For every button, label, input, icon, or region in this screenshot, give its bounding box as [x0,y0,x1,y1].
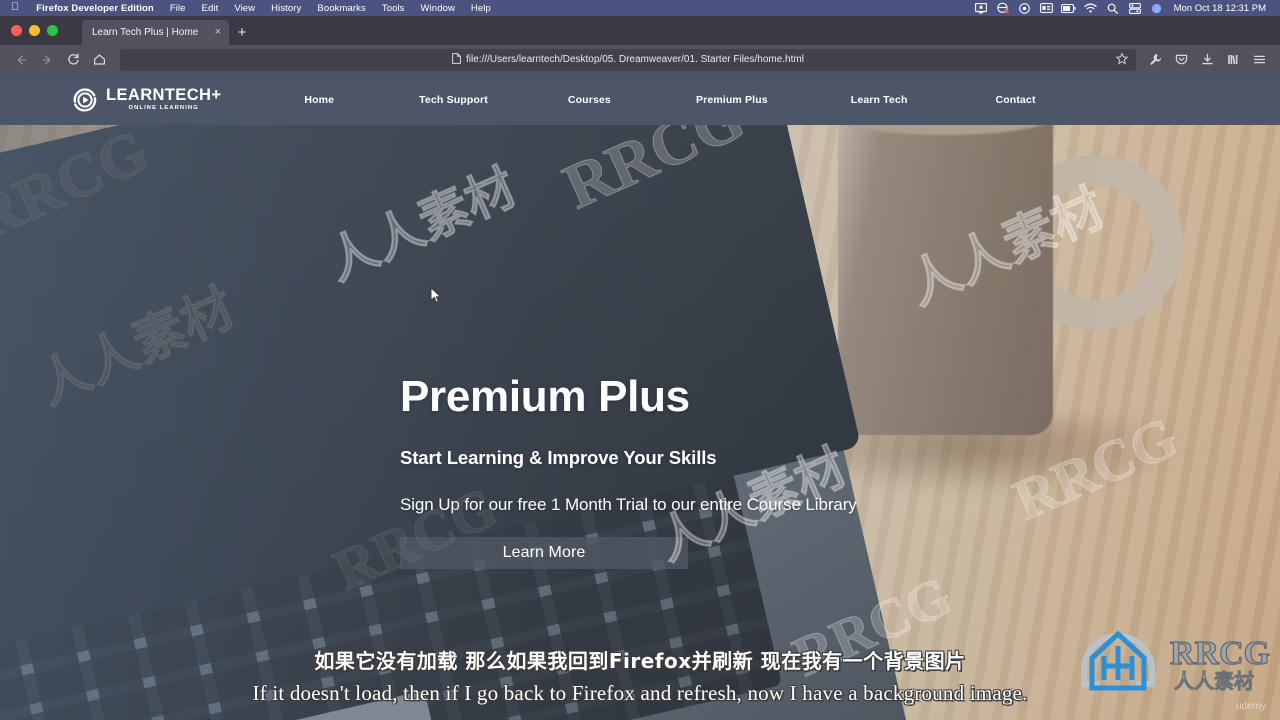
minimize-button[interactable] [29,25,40,36]
hero-title: Premium Plus [400,372,690,421]
menu-item-app[interactable]: Firefox Developer Edition [28,3,162,14]
site-logo-text: LEARNTECH+ ONLINE LEARNING [106,87,221,111]
display-icon[interactable] [970,0,992,16]
downloads-icon[interactable] [1194,49,1220,71]
close-button[interactable] [11,25,22,36]
record-icon[interactable] [1014,0,1036,16]
menu-item-edit[interactable]: Edit [194,3,227,14]
menu-bar-tray: Mon Oct 18 12:31 PM [970,0,1274,16]
wifi-icon[interactable] [1080,0,1102,16]
hero-content: Premium Plus Start Learning & Improve Yo… [400,125,1280,720]
maximize-button[interactable] [47,25,58,36]
os-menu-bar:  Firefox Developer Edition File Edit Vi… [0,0,1280,16]
document-icon [452,52,461,67]
site-navigation-bar: LEARNTECH+ ONLINE LEARNING Home Tech Sup… [0,74,1280,125]
control-center-icon[interactable] [1124,0,1146,16]
site-nav-links: Home Tech Support Courses Premium Plus L… [284,94,1055,106]
menu-item-view[interactable]: View [226,3,263,14]
new-tab-button[interactable]: + [229,20,255,45]
reload-button[interactable] [60,49,86,71]
screenflow-icon[interactable] [1036,0,1058,16]
back-button[interactable] [8,49,34,71]
site-logo-tagline: ONLINE LEARNING [128,104,199,111]
browser-tab-strip: Learn Tech Plus | Home × + [0,16,1280,45]
hero-subtitle: Start Learning & Improve Your Skills [400,447,717,468]
wrench-icon[interactable] [1142,49,1168,71]
url-bar[interactable]: file:///Users/learntech/Desktop/05. Drea… [120,48,1136,71]
site-logo[interactable]: LEARNTECH+ ONLINE LEARNING [0,87,221,113]
library-icon[interactable] [1220,49,1246,71]
hero-section: RRCG RRCG RRCG RRCG 人人素材 人人素材 人人素材 人人素材 … [0,125,1280,720]
browser-tab[interactable]: Learn Tech Plus | Home × [82,20,229,45]
menu-item-help[interactable]: Help [463,3,499,14]
menu-item-tools[interactable]: Tools [374,3,413,14]
browser-tab-title: Learn Tech Plus | Home [92,27,199,38]
learn-more-button[interactable]: Learn More [400,537,688,569]
nav-link-premium-plus[interactable]: Premium Plus [676,94,788,106]
play-circle-icon [72,87,98,113]
window-controls [0,25,58,45]
menu-item-bookmarks[interactable]: Bookmarks [309,3,373,14]
battery-icon[interactable] [1058,0,1080,16]
nav-link-home[interactable]: Home [284,94,354,106]
spotlight-search-icon[interactable] [1102,0,1124,16]
nav-link-learn-tech[interactable]: Learn Tech [831,94,928,106]
bookmark-star-icon[interactable] [1115,51,1129,67]
dropbox-icon[interactable] [992,0,1014,16]
close-icon[interactable]: × [209,27,221,38]
forward-button[interactable] [34,49,60,71]
pocket-shield-icon[interactable] [1168,49,1194,71]
nav-link-contact[interactable]: Contact [976,94,1056,106]
apple-icon[interactable]:  [6,2,28,14]
menu-item-history[interactable]: History [263,3,309,14]
hamburger-menu-icon[interactable] [1246,49,1272,71]
menubar-clock[interactable]: Mon Oct 18 12:31 PM [1168,3,1274,14]
nav-link-tech-support[interactable]: Tech Support [399,94,508,106]
nav-link-courses[interactable]: Courses [548,94,631,106]
home-button[interactable] [86,49,112,71]
url-bar-inner: file:///Users/learntech/Desktop/05. Drea… [452,52,804,67]
toolbar-right-icons [1142,49,1272,71]
url-text: file:///Users/learntech/Desktop/05. Drea… [466,54,804,65]
menu-item-file[interactable]: File [162,3,194,14]
browser-toolbar: file:///Users/learntech/Desktop/05. Drea… [0,45,1280,74]
menu-item-window[interactable]: Window [413,3,463,14]
site-logo-name: LEARNTECH+ [106,86,222,105]
web-page-viewport: LEARNTECH+ ONLINE LEARNING Home Tech Sup… [0,74,1280,720]
siri-icon[interactable] [1146,0,1168,16]
hero-description: Sign Up for our free 1 Month Trial to ou… [400,495,857,514]
